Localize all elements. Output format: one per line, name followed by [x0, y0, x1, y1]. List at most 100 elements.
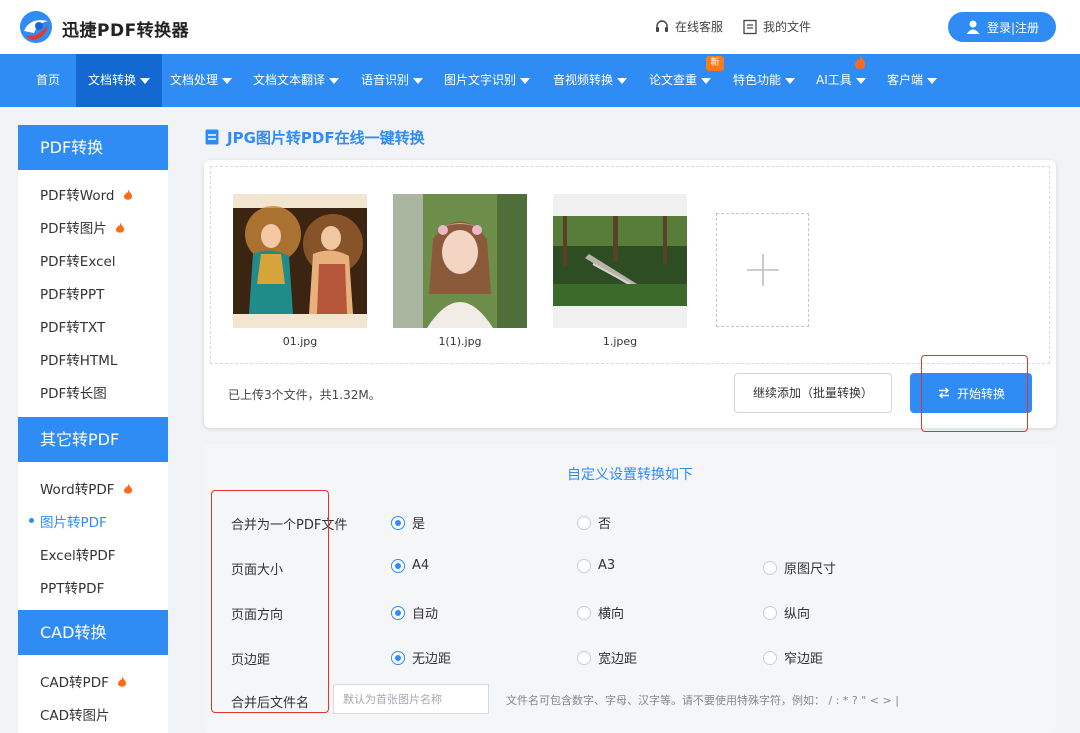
merge-yes-option[interactable]: 是 — [391, 513, 425, 532]
brand-name[interactable]: 迅捷PDF转换器 — [62, 16, 189, 41]
sidebar-item-word-to-pdf[interactable]: Word转PDF — [40, 478, 133, 498]
nav-features-label: 特色功能 — [733, 73, 782, 87]
file-name: 1(1).jpg — [438, 335, 482, 348]
chevron-down-icon — [701, 77, 712, 84]
sidebar-item-image-to-pdf[interactable]: 图片转PDF — [40, 511, 107, 531]
page-size-a3-option[interactable]: A3 — [577, 558, 615, 573]
radio-checked[interactable] — [391, 605, 405, 620]
file-name: 01.jpg — [282, 335, 318, 348]
radio-unchecked[interactable] — [763, 650, 777, 665]
nav-doc-convert[interactable]: 文档转换 — [76, 54, 163, 107]
upload-status: 已上传3个文件，共1.32M。 — [228, 388, 381, 402]
login-register-label: 登录|注册 — [986, 20, 1040, 35]
my-files-link[interactable]: 我的文件 — [742, 18, 811, 35]
nav-ocr-label: 图片文字识别 — [444, 73, 517, 87]
option-label: 宽边距 — [598, 652, 638, 667]
page-size-a4-option[interactable]: A4 — [391, 558, 429, 573]
option-label: 无边距 — [412, 652, 452, 667]
nav-plagiarism[interactable]: 论文查重 — [649, 54, 712, 107]
merge-no-option[interactable]: 否 — [577, 513, 611, 532]
nav-doc-process-label: 文档处理 — [170, 73, 219, 87]
sidebar-item-pdf-to-ppt[interactable]: PDF转PPT — [40, 283, 104, 303]
file-thumbnail[interactable] — [233, 194, 367, 328]
chevron-down-icon — [520, 77, 531, 84]
radio-unchecked[interactable] — [763, 560, 777, 575]
image-thumbnail — [393, 194, 527, 328]
add-more-button[interactable]: 继续添加（批量转换） — [734, 373, 892, 413]
radio-checked[interactable] — [391, 650, 405, 665]
login-register-button[interactable]: 登录|注册 — [948, 12, 1056, 42]
sidebar-item-pdf-to-excel[interactable]: PDF转Excel — [40, 250, 116, 270]
flame-icon — [116, 222, 125, 233]
nav-av-convert[interactable]: 音视频转换 — [553, 54, 628, 107]
image-thumbnail — [553, 194, 687, 328]
nav-home-label: 首页 — [36, 73, 61, 87]
image-thumbnail — [233, 194, 367, 328]
radio-unchecked[interactable] — [577, 515, 591, 530]
option-label: 窄边距 — [784, 652, 824, 667]
radio-unchecked[interactable] — [763, 605, 777, 620]
file-list-icon — [743, 19, 757, 34]
nav-home[interactable]: 首页 — [36, 54, 60, 107]
file-thumbnail[interactable] — [553, 194, 687, 328]
sidebar-group-cad-convert: CAD转换 — [18, 610, 168, 655]
file-thumbnail[interactable] — [393, 194, 527, 328]
option-label: A3 — [598, 558, 616, 573]
radio-unchecked[interactable] — [577, 605, 591, 620]
orientation-auto-option[interactable]: 自动 — [391, 603, 438, 622]
margin-wide-option[interactable]: 宽边距 — [577, 648, 637, 667]
logo-icon[interactable] — [18, 9, 54, 45]
document-icon — [205, 129, 219, 145]
sidebar-item-label: PDF转Word — [40, 188, 115, 204]
nav-doc-process[interactable]: 文档处理 — [170, 54, 233, 107]
radio-unchecked[interactable] — [577, 558, 591, 573]
nav-doc-convert-label: 文档转换 — [88, 73, 137, 87]
highlight-box — [211, 490, 329, 713]
margin-narrow-option[interactable]: 窄边距 — [763, 648, 823, 667]
filename-input[interactable] — [333, 684, 489, 714]
sidebar-item-cad-to-pdf[interactable]: CAD转PDF — [40, 671, 127, 691]
option-label: 纵向 — [784, 607, 811, 622]
nav-doc-translate[interactable]: 文档文本翻译 — [253, 54, 340, 107]
page-size-original-option[interactable]: 原图尺寸 — [763, 558, 836, 577]
option-label: 横向 — [598, 607, 625, 622]
chevron-down-icon — [617, 77, 628, 84]
nav-doc-translate-label: 文档文本翻译 — [253, 73, 326, 87]
nav-ocr[interactable]: 图片文字识别 — [444, 54, 531, 107]
chevron-down-icon — [222, 77, 233, 84]
sidebar-item-pdf-to-long-image[interactable]: PDF转长图 — [40, 382, 107, 402]
online-service-link[interactable]: 在线客服 — [654, 18, 723, 35]
flame-icon — [123, 483, 132, 494]
chevron-down-icon — [140, 77, 151, 84]
sidebar-item-cad-to-image[interactable]: CAD转图片 — [40, 704, 110, 724]
radio-checked[interactable] — [391, 558, 405, 573]
sidebar-item-pdf-to-txt[interactable]: PDF转TXT — [40, 316, 105, 336]
page-title-text: JPG图片转PDF在线一键转换 — [227, 128, 425, 147]
nav-features[interactable]: 特色功能 — [733, 54, 796, 107]
nav-client[interactable]: 客户端 — [887, 54, 938, 107]
option-label: A4 — [412, 558, 430, 573]
sidebar-group-other-to-pdf: 其它转PDF — [18, 417, 168, 462]
nav-plagiarism-label: 论文查重 — [649, 73, 698, 87]
radio-unchecked[interactable] — [577, 650, 591, 665]
sidebar-item-pdf-to-html[interactable]: PDF转HTML — [40, 349, 117, 369]
nav-speech[interactable]: 语音识别 — [361, 54, 424, 107]
sidebar-item-ppt-to-pdf[interactable]: PPT转PDF — [40, 577, 104, 597]
sidebar-item-label: PDF转图片 — [40, 221, 107, 237]
file-dropzone[interactable]: 01.jpg 1(1).jpg 1.jpeg — [210, 166, 1050, 364]
radio-checked[interactable] — [391, 515, 405, 530]
sidebar-item-label: CAD转PDF — [40, 675, 109, 691]
margin-none-option[interactable]: 无边距 — [391, 648, 451, 667]
sidebar-item-excel-to-pdf[interactable]: Excel转PDF — [40, 544, 116, 564]
sidebar-item-pdf-to-word[interactable]: PDF转Word — [40, 184, 133, 204]
chevron-down-icon — [785, 77, 796, 84]
headset-icon — [656, 19, 668, 32]
orientation-landscape-option[interactable]: 横向 — [577, 603, 624, 622]
chevron-down-icon — [855, 77, 866, 84]
sidebar: PDF转换 PDF转Word PDF转图片 PDF转Excel PDF转PPT … — [18, 125, 168, 733]
orientation-portrait-option[interactable]: 纵向 — [763, 603, 810, 622]
nav-ai-tools-label: AI工具 — [816, 73, 852, 87]
sidebar-item-pdf-to-image[interactable]: PDF转图片 — [40, 217, 125, 237]
add-file-tile[interactable] — [716, 213, 809, 327]
plus-icon — [746, 254, 779, 286]
